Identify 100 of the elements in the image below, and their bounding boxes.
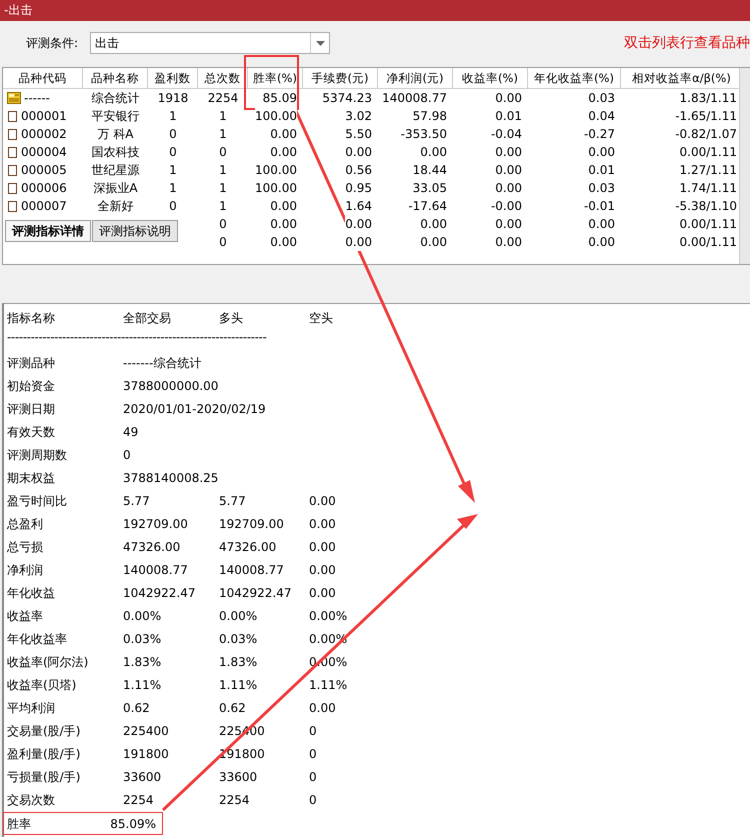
column-header[interactable]: 总次数 (198, 68, 248, 88)
table-cell: 万 科A (97, 125, 134, 143)
metric-value: 1.83% (219, 654, 258, 671)
metric-label: 平均利润 (7, 700, 56, 717)
detail-header: 指标名称 (7, 310, 56, 327)
metric-value: 0 (309, 769, 318, 786)
metric-value: 0 (123, 447, 132, 464)
metric-value: 5.77 (219, 493, 247, 510)
column-header[interactable]: 净利润(元) (378, 68, 453, 88)
metric-label: 年化收益率 (7, 631, 68, 648)
metric-label: 净利润 (7, 562, 44, 579)
metric-value: 47326.00 (123, 539, 182, 556)
metric-label: 初始资金 (7, 378, 56, 395)
metric-label: 交易量(股/手) (7, 723, 82, 740)
column-header[interactable]: 胜率(%) (248, 68, 303, 88)
caret-icon (316, 40, 324, 46)
condition-label: 评测条件: (26, 34, 80, 52)
highlight-frame (244, 55, 299, 110)
metric-value: 47326.00 (219, 539, 278, 556)
document-icon (7, 146, 18, 158)
metric-value: 1.11% (309, 677, 348, 694)
metric-value: 191800 (123, 746, 170, 763)
metric-value: 3788140008.25 (123, 470, 219, 487)
metric-value: 0.00 (309, 493, 337, 510)
metric-value: 0 (309, 792, 318, 809)
metric-value: 0.00 (309, 585, 337, 602)
metric-value: 33600 (123, 769, 162, 786)
metric-value: 0.00 (309, 539, 337, 556)
table-cell: 全新好 (98, 197, 134, 215)
metric-value: 3788000000.00 (123, 378, 219, 395)
metric-label: 评测周期数 (7, 447, 68, 464)
column-header[interactable]: 盈利数 (148, 68, 198, 88)
metric-value: 192709.00 (123, 516, 189, 533)
detail-header: 多头 (219, 310, 244, 327)
column-header[interactable]: 年化收益率(%) (528, 68, 621, 88)
metric-value: 0.03% (219, 631, 258, 648)
metric-label: 收益率 (7, 608, 44, 625)
metric-label: 年化收益 (7, 585, 56, 602)
detail-header: 空头 (309, 310, 334, 327)
tab[interactable]: 评测指标说明 (92, 220, 178, 242)
metric-value: 0.03% (123, 631, 162, 648)
metric-value: 0.00 (309, 562, 337, 579)
document-icon (7, 182, 18, 194)
metric-value: 85.09% (110, 816, 156, 833)
condition-dropdown[interactable]: 出击 (90, 32, 330, 54)
table-cell: 深振业A (93, 179, 138, 197)
document-icon (7, 200, 18, 212)
metric-value: 0.00% (219, 608, 258, 625)
column-header[interactable]: 手续费(元) (303, 68, 378, 88)
metric-value: 33600 (219, 769, 258, 786)
metric-value: 140008.77 (123, 562, 189, 579)
column-header[interactable]: 品种代码 (3, 68, 83, 88)
metric-value: 140008.77 (219, 562, 285, 579)
metric-label: 期末权益 (7, 470, 56, 487)
table-cell: 0.00 (345, 233, 372, 251)
metric-value: 0.62 (123, 700, 151, 717)
metric-label: 总亏损 (7, 539, 44, 556)
hint-text: 双击列表行查看品种 (624, 34, 750, 52)
metric-value: 0.00% (309, 608, 348, 625)
table-cell: 0.00 (345, 215, 372, 233)
metric-label: 有效天数 (7, 424, 56, 441)
metric-label: 评测品种 (7, 355, 56, 372)
document-icon (7, 110, 18, 122)
table-cell: 平安银行 (92, 107, 140, 125)
metric-value: 0.62 (219, 700, 247, 717)
metric-value: 2020/01/01-2020/02/19 (123, 401, 266, 418)
metric-label: 胜率 (7, 816, 31, 833)
dashed-separator: ------------------------------------------------------------------ (7, 330, 268, 344)
metric-value: 1.11% (219, 677, 258, 694)
metric-label: 盈利量(股/手) (7, 746, 82, 763)
metric-label: 盈亏时间比 (7, 493, 68, 510)
column-header[interactable]: 收益率(%) (453, 68, 528, 88)
detail-header: 全部交易 (123, 310, 172, 327)
metric-label: 评测日期 (7, 401, 56, 418)
metric-value: 1.83% (123, 654, 162, 671)
metric-value: 0.00% (123, 608, 162, 625)
scrollbar[interactable] (739, 68, 750, 264)
metric-value: 0.00 (309, 700, 337, 717)
tab[interactable]: 评测指标详情 (5, 220, 91, 242)
table-cell: 国农科技 (92, 143, 140, 161)
metric-value: 0 (309, 746, 318, 763)
metric-label: 总盈利 (7, 516, 44, 533)
metric-label: 交易次数 (7, 792, 56, 809)
metric-value: 192709.00 (219, 516, 285, 533)
summary-icon (7, 92, 21, 104)
column-header[interactable]: 品种名称 (83, 68, 148, 88)
metric-value: 49 (123, 424, 140, 441)
metric-value: 1042922.47 (219, 585, 293, 602)
metric-value: 2254 (123, 792, 155, 809)
document-icon (7, 128, 18, 140)
metric-value: -------综合统计 (123, 355, 202, 372)
metric-value: 5.77 (123, 493, 151, 510)
metric-value: 2254 (219, 792, 251, 809)
metric-value: 0 (309, 723, 318, 740)
document-icon (7, 164, 18, 176)
window-title: -出击 (4, 3, 32, 17)
metric-value: 1042922.47 (123, 585, 197, 602)
metric-value: 0.00 (309, 516, 337, 533)
metric-label: 收益率(阿尔法) (7, 654, 90, 671)
metric-label: 亏损量(股/手) (7, 769, 82, 786)
